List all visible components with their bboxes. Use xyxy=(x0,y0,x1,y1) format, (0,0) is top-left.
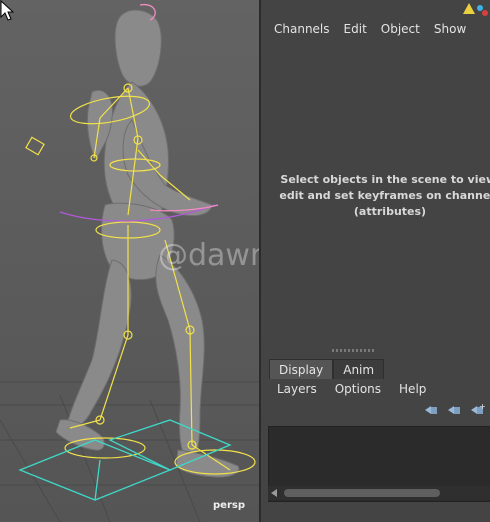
horizontal-scrollbar[interactable] xyxy=(268,486,490,500)
layer-editor-tabs: Display Anim xyxy=(269,359,385,379)
menu-edit[interactable]: Edit xyxy=(344,22,367,36)
menu-layers[interactable]: Layers xyxy=(277,382,317,396)
channel-box-panel: Channels Edit Object Show Select objects… xyxy=(259,0,490,355)
new-layer-icon[interactable] xyxy=(423,403,439,417)
layer-icons: + xyxy=(423,403,485,417)
channel-box-hint: Select objects in the scene to view, edi… xyxy=(279,173,490,218)
scroll-left-icon[interactable] xyxy=(271,489,277,497)
new-layer-selected-icon[interactable] xyxy=(446,403,462,417)
menu-channels[interactable]: Channels xyxy=(274,22,330,36)
layer-editor-menu: Layers Options Help xyxy=(277,382,426,396)
scrollbar-thumb[interactable] xyxy=(284,489,440,497)
panel-splitter-handle[interactable] xyxy=(332,349,376,352)
tab-display[interactable]: Display xyxy=(269,359,334,379)
mouse-cursor-icon xyxy=(0,0,14,21)
menu-show[interactable]: Show xyxy=(434,22,466,36)
watermark-text: @dawn_arc xyxy=(158,238,259,273)
workspace-icon[interactable] xyxy=(461,1,489,17)
3d-viewport[interactable]: @dawn_arc persp xyxy=(0,0,259,522)
tab-anim[interactable]: Anim xyxy=(333,359,385,379)
channel-box-menu: Channels Edit Object Show xyxy=(274,22,466,36)
new-empty-layer-icon[interactable]: + xyxy=(469,403,485,417)
menu-help[interactable]: Help xyxy=(399,382,426,396)
layer-editor-panel: Display Anim Layers Options Help + xyxy=(259,355,490,522)
menu-object[interactable]: Object xyxy=(381,22,420,36)
menu-options[interactable]: Options xyxy=(335,382,381,396)
svg-text:+: + xyxy=(479,403,485,411)
camera-label: persp xyxy=(213,500,245,511)
